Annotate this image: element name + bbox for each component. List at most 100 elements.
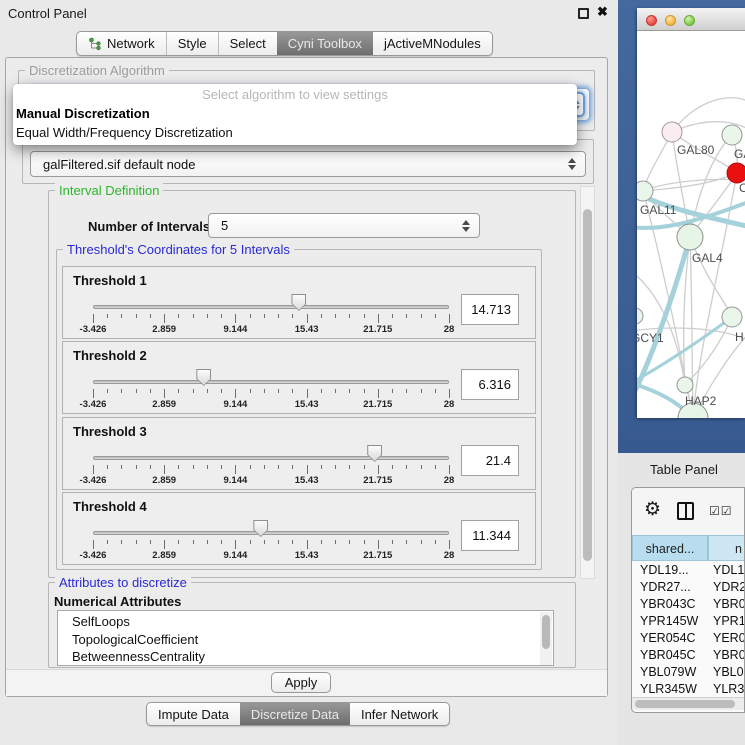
tab-impute-data-label: Impute Data (158, 707, 229, 722)
cyni-tab-bar: Network Style Select Cyni Toolbox jActiv… (76, 31, 493, 56)
tab-select[interactable]: Select (218, 32, 277, 55)
node-hap2[interactable] (677, 377, 693, 393)
slider-tick-label: 15.43 (295, 324, 319, 335)
node-top-right[interactable] (722, 125, 742, 145)
cell-name[interactable]: YBR0 (713, 647, 745, 664)
tab-jactivemnodules[interactable]: jActiveMNodules (373, 32, 492, 55)
slider-tick-label: -3.426 (80, 324, 107, 335)
threshold-4-value-field[interactable]: 11.344 (461, 520, 519, 551)
tab-network[interactable]: Network (77, 32, 166, 55)
table-row[interactable]: YPR145W YPR1 (632, 613, 745, 630)
select-columns-icon[interactable]: ☑☑ (709, 504, 733, 518)
control-panel-title: Control Panel (8, 6, 87, 21)
threshold-2-value-field[interactable]: 6.316 (461, 369, 519, 400)
threshold-2-slider[interactable]: -3.4262.8599.14415.4321.71528 (93, 342, 449, 415)
list-item[interactable]: TopologicalCoefficient (58, 631, 553, 649)
slider-ticks (93, 540, 449, 549)
attributes-scrollbar[interactable] (540, 612, 552, 665)
threshold-3-value-field[interactable]: 21.4 (461, 445, 519, 476)
gear-icon[interactable]: ⚙ (644, 500, 661, 519)
slider-track[interactable] (93, 305, 449, 309)
slider-tick-label: 21.715 (363, 399, 392, 410)
cell-shared-name[interactable]: YBR045C (640, 647, 696, 664)
cell-shared-name[interactable]: YPR145W (640, 613, 698, 630)
table-row[interactable]: YER054C YER0 (632, 630, 745, 647)
cell-shared-name[interactable]: YBL079W (640, 664, 696, 681)
table-data-combobox-value: galFiltered.sif default node (43, 157, 195, 172)
slider-track[interactable] (93, 380, 449, 384)
table-row[interactable]: YBL079W YBL0 (632, 664, 745, 681)
table-row[interactable]: YLR345W YLR3 (632, 681, 745, 698)
node-h[interactable] (722, 307, 742, 327)
attributes-group-label: Attributes to discretize (55, 575, 191, 590)
tab-cyni-toolbox-label: Cyni Toolbox (288, 36, 362, 51)
table-toolbar: ⚙ ☑☑ (632, 488, 745, 535)
network-canvas[interactable]: GAL80 GA C GAL11 GAL4 GCY1 H HAP2 (637, 31, 745, 418)
node-gcy1[interactable] (637, 308, 643, 324)
cell-shared-name[interactable]: YBR043C (640, 596, 696, 613)
zoom-window-icon[interactable] (684, 15, 695, 26)
column-header-shared-name[interactable]: shared... (632, 535, 708, 561)
cell-name[interactable]: YER0 (713, 630, 745, 647)
cell-shared-name[interactable]: YLR345W (640, 681, 697, 698)
close-window-icon[interactable] (646, 15, 657, 26)
cell-name[interactable]: YBR0 (713, 596, 745, 613)
scrollbar-thumb[interactable] (583, 209, 592, 561)
cell-name[interactable]: YDL1 (713, 562, 744, 579)
column-header-name[interactable]: n (708, 535, 745, 561)
node-gal11[interactable] (637, 181, 653, 201)
cell-name[interactable]: YLR3 (713, 681, 744, 698)
settings-scrollbar[interactable] (580, 186, 595, 579)
slider-tick-label: 15.43 (295, 399, 319, 410)
threshold-1-slider[interactable]: -3.4262.8599.14415.4321.71528 (93, 267, 449, 340)
threshold-3-slider[interactable]: -3.4262.8599.14415.4321.71528 (93, 418, 449, 491)
table-row[interactable]: YDL19... YDL1 (632, 562, 745, 579)
threshold-1-panel: Threshold 1 -3.4262.8599.14415.4321.7152… (62, 266, 536, 339)
threshold-4-slider[interactable]: -3.4262.8599.14415.4321.71528 (93, 493, 449, 566)
table-data-combobox[interactable]: galFiltered.sif default node (30, 151, 586, 177)
table-hscrollbar[interactable] (632, 697, 745, 710)
tab-style-label: Style (178, 36, 207, 51)
slider-track[interactable] (93, 531, 449, 535)
node-gal80[interactable] (662, 122, 682, 142)
cell-name[interactable]: YDR2 (713, 579, 745, 596)
scrollbar-thumb[interactable] (635, 700, 735, 708)
threshold-1-value-field[interactable]: 14.713 (461, 294, 519, 325)
table-row[interactable]: YDR27... YDR2 (632, 579, 745, 596)
cell-shared-name[interactable]: YDR27... (640, 579, 691, 596)
cell-shared-name[interactable]: YDL19... (640, 562, 689, 579)
close-panel-icon[interactable]: ✖ (597, 4, 608, 20)
node-gal4[interactable] (677, 224, 703, 250)
tab-discretize-data[interactable]: Discretize Data (240, 703, 350, 725)
tab-cyni-toolbox[interactable]: Cyni Toolbox (277, 32, 373, 55)
list-item[interactable]: BetweennessCentrality (58, 648, 553, 666)
slider-track[interactable] (93, 456, 449, 460)
node-selected-red[interactable] (727, 163, 745, 183)
table-row[interactable]: YBR045C YBR0 (632, 647, 745, 664)
tab-style[interactable]: Style (166, 32, 218, 55)
network-view-window[interactable]: GAL80 GA C GAL11 GAL4 GCY1 H HAP2 (637, 8, 745, 418)
float-window-icon[interactable] (578, 8, 589, 19)
popup-option-manual-discretization[interactable]: Manual Discretization (16, 106, 150, 121)
slider-tick-label: 9.144 (224, 399, 248, 410)
cell-shared-name[interactable]: YER054C (640, 630, 696, 647)
slider-ticks (93, 465, 449, 474)
slider-tick-label: 2.859 (152, 475, 176, 486)
list-item[interactable]: SelfLoops (58, 611, 553, 631)
cell-name[interactable]: YPR1 (713, 613, 745, 630)
minimize-window-icon[interactable] (665, 15, 676, 26)
table-row[interactable]: YBR043C YBR0 (632, 596, 745, 613)
tab-infer-network[interactable]: Infer Network (350, 703, 449, 725)
split-columns-icon[interactable] (677, 502, 694, 520)
numerical-attributes-list[interactable]: SelfLoops TopologicalCoefficient Between… (57, 610, 554, 666)
number-of-intervals-combobox[interactable]: 5 (208, 213, 480, 238)
slider-tick-labels: -3.4262.8599.14415.4321.71528 (93, 550, 449, 562)
scrollbar-thumb[interactable] (542, 615, 550, 649)
algorithm-popup-hint: Select algorithm to view settings (13, 87, 577, 102)
popup-option-equal-width-frequency[interactable]: Equal Width/Frequency Discretization (16, 125, 233, 140)
slider-tick-label: 15.43 (295, 475, 319, 486)
network-window-titlebar[interactable] (637, 8, 745, 31)
tab-impute-data[interactable]: Impute Data (147, 703, 240, 725)
apply-button[interactable]: Apply (271, 672, 331, 693)
cell-name[interactable]: YBL0 (713, 664, 744, 681)
